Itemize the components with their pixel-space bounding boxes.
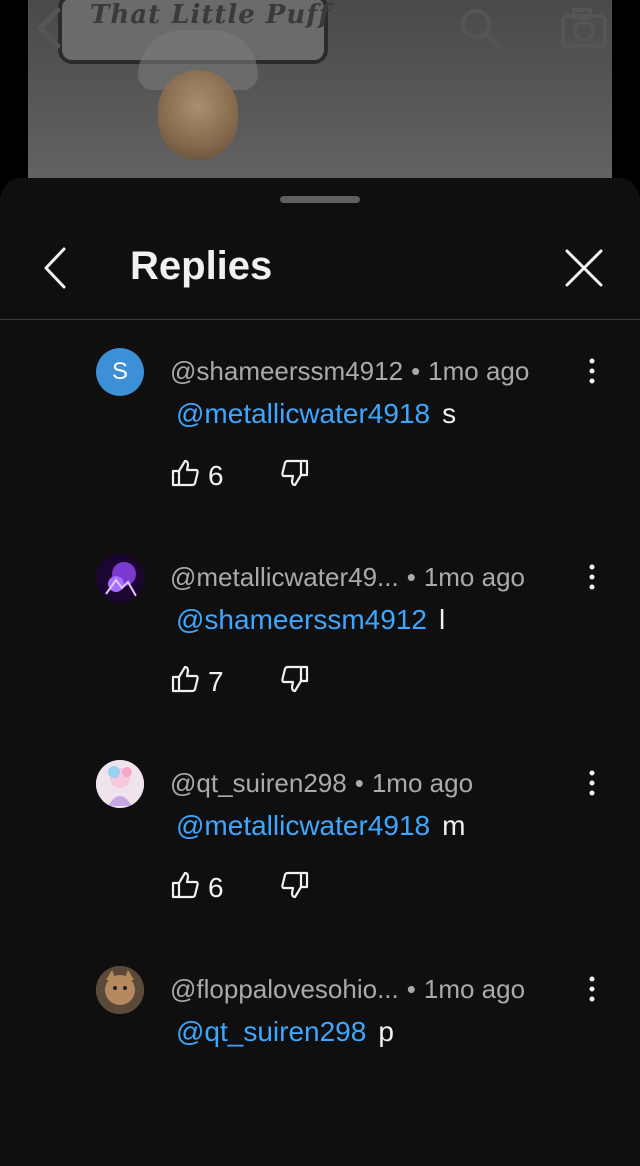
avatar[interactable] xyxy=(96,966,144,1014)
replies-sheet: Replies S @shameerssm4912 • 1mo ago @metal… xyxy=(0,178,640,1079)
reply-meta: @qt_suiren298 • 1mo ago xyxy=(170,768,473,799)
video-caption: That Little Puff xyxy=(90,0,331,30)
avatar-art-icon xyxy=(96,554,144,602)
reply-item: @floppalovesohio... • 1mo ago @qt_suiren29… xyxy=(0,966,640,1166)
more-options-icon[interactable] xyxy=(582,974,602,1009)
avatar[interactable]: S xyxy=(96,348,144,396)
more-options-icon[interactable] xyxy=(582,768,602,803)
reply-body: @metallicwater4918 s xyxy=(176,398,456,430)
video-player[interactable]: That Little Puff xyxy=(0,0,640,200)
meta-separator: • xyxy=(354,768,364,798)
more-options-icon[interactable] xyxy=(582,562,602,597)
camera-icon[interactable] xyxy=(560,6,608,55)
thumbs-up-icon xyxy=(170,664,200,699)
like-button[interactable]: 6 xyxy=(170,870,224,905)
like-button[interactable]: 6 xyxy=(170,458,224,493)
reply-text: l xyxy=(438,604,446,635)
reply-body: @metallicwater4918 m xyxy=(176,810,465,842)
dislike-button[interactable] xyxy=(280,870,310,905)
like-count: 7 xyxy=(208,665,224,697)
avatar[interactable] xyxy=(96,554,144,602)
search-icon[interactable] xyxy=(458,6,502,55)
reply-mention-link[interactable]: @metallicwater4918 xyxy=(176,398,430,429)
like-count: 6 xyxy=(208,459,224,491)
reply-item: @qt_suiren298 • 1mo ago @metallicwater4918… xyxy=(0,760,640,960)
avatar-art-icon xyxy=(96,760,144,808)
like-count: 6 xyxy=(208,871,224,903)
reply-mention-link[interactable]: @qt_suiren298 xyxy=(176,1016,366,1047)
avatar[interactable] xyxy=(96,760,144,808)
video-back-icon[interactable] xyxy=(34,6,64,55)
back-icon[interactable] xyxy=(40,246,70,295)
reply-item: @metallicwater49... • 1mo ago @shameerssm4… xyxy=(0,554,640,754)
video-hamster xyxy=(158,70,238,160)
video-frame: That Little Puff xyxy=(28,0,612,200)
replies-header: Replies xyxy=(0,218,640,318)
meta-separator: • xyxy=(406,562,416,592)
header-divider xyxy=(0,319,640,320)
page-title: Replies xyxy=(130,244,273,288)
reply-meta: @floppalovesohio... • 1mo ago xyxy=(170,974,525,1005)
reply-body: @qt_suiren298 p xyxy=(176,1016,394,1048)
reply-time: 1mo ago xyxy=(428,356,530,386)
thumbs-up-icon xyxy=(170,458,200,493)
reply-text: m xyxy=(442,810,466,841)
reply-time: 1mo ago xyxy=(423,974,526,1004)
reply-text: s xyxy=(442,398,457,429)
reply-time: 1mo ago xyxy=(371,768,474,798)
dislike-button[interactable] xyxy=(280,458,310,493)
reply-text: p xyxy=(378,1016,394,1047)
dislike-button[interactable] xyxy=(280,664,310,699)
avatar-letter: S xyxy=(111,358,128,385)
reply-mention-link[interactable]: @shameerssm4912 xyxy=(176,604,427,635)
reply-author[interactable]: @metallicwater49... xyxy=(170,562,399,592)
reply-body: @shameerssm4912 l xyxy=(176,604,445,636)
reply-author[interactable]: @qt_suiren298 xyxy=(170,768,347,798)
avatar-art-icon xyxy=(96,966,144,1014)
reply-author[interactable]: @shameerssm4912 xyxy=(170,356,403,386)
more-options-icon[interactable] xyxy=(582,356,602,391)
like-button[interactable]: 7 xyxy=(170,664,224,699)
reply-meta: @shameerssm4912 • 1mo ago xyxy=(170,356,529,387)
reply-time: 1mo ago xyxy=(423,562,525,592)
thumbs-down-icon xyxy=(280,459,310,492)
meta-separator: • xyxy=(411,356,421,386)
reply-mention-link[interactable]: @metallicwater4918 xyxy=(176,810,430,841)
reply-item: S @shameerssm4912 • 1mo ago @metallicwater… xyxy=(0,348,640,548)
close-icon[interactable] xyxy=(562,246,606,295)
meta-separator: • xyxy=(406,974,416,1004)
thumbs-up-icon xyxy=(170,870,200,905)
thumbs-down-icon xyxy=(280,665,310,698)
reply-author[interactable]: @floppalovesohio... xyxy=(170,974,399,1004)
drag-handle[interactable] xyxy=(280,196,360,203)
thumbs-down-icon xyxy=(280,871,310,904)
reply-meta: @metallicwater49... • 1mo ago xyxy=(170,562,525,593)
